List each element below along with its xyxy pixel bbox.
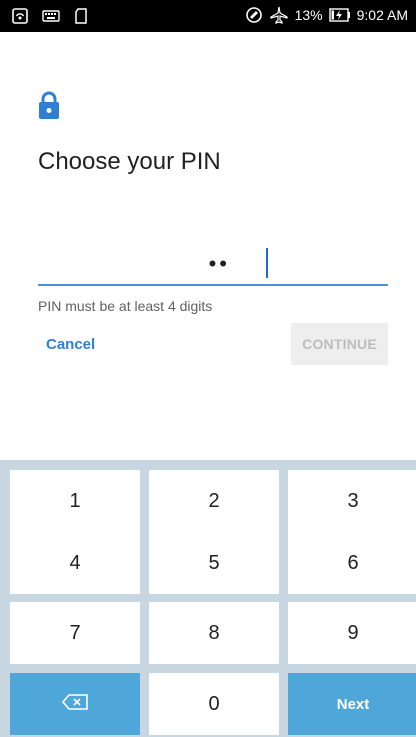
key-1[interactable]: 1 [10, 470, 140, 532]
hotspot-icon [12, 8, 28, 24]
key-4[interactable]: 4 [10, 532, 140, 594]
sd-card-icon [74, 8, 88, 24]
key-5[interactable]: 5 [149, 532, 279, 594]
key-3[interactable]: 3 [288, 470, 416, 532]
battery-percent: 13% [294, 7, 323, 23]
key-6[interactable]: 6 [288, 532, 416, 594]
pin-masked-value: •• [208, 251, 230, 276]
key-7[interactable]: 7 [10, 602, 140, 664]
pin-input[interactable]: •• [38, 246, 388, 286]
clock: 9:02 AM [356, 7, 408, 23]
keyboard-icon [42, 10, 60, 22]
continue-button[interactable]: CONTINUE [291, 323, 388, 365]
page-title: Choose your PIN [38, 148, 221, 175]
sync-icon [245, 6, 263, 24]
numeric-keypad: 1 2 3 4 5 6 7 8 9 0 Next [0, 460, 416, 737]
airplane-icon [269, 6, 289, 24]
status-bar: 13% 9:02 AM [0, 0, 416, 32]
backspace-icon [61, 693, 88, 716]
backspace-key[interactable] [10, 673, 140, 735]
key-8[interactable]: 8 [149, 602, 279, 664]
key-9[interactable]: 9 [288, 602, 416, 664]
key-2[interactable]: 2 [149, 470, 279, 532]
cancel-button[interactable]: Cancel [46, 336, 95, 353]
next-key[interactable]: Next [288, 673, 416, 735]
pin-hint: PIN must be at least 4 digits [38, 298, 213, 314]
battery-charging-icon [328, 8, 351, 22]
lock-icon [38, 90, 60, 125]
key-0[interactable]: 0 [149, 673, 279, 735]
text-cursor [266, 248, 268, 278]
